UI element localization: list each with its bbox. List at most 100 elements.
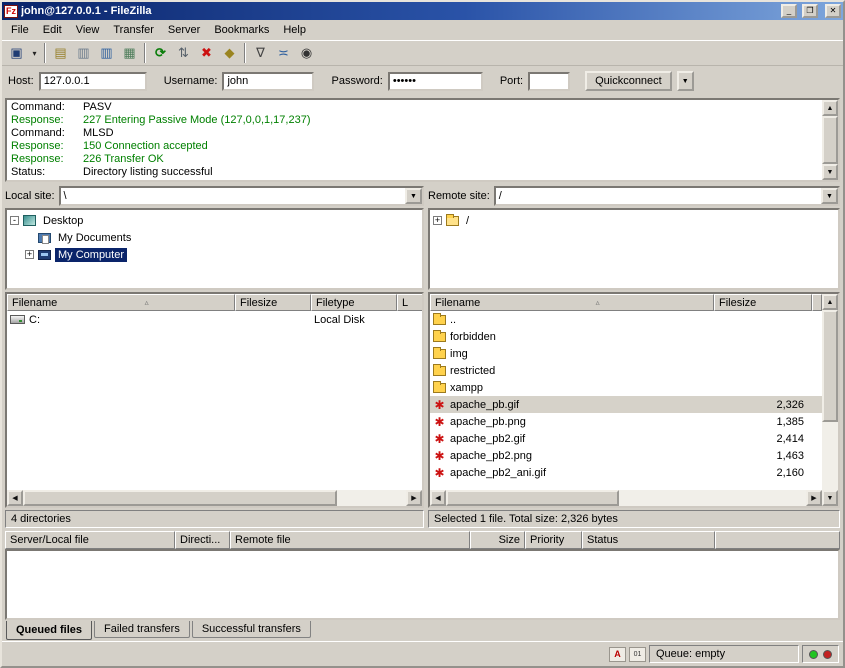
close-icon[interactable]: ✕ [825, 4, 841, 18]
scroll-thumb[interactable] [822, 116, 838, 164]
maximize-icon[interactable]: ❐ [802, 4, 818, 18]
local-column-l[interactable]: L [397, 294, 422, 311]
scroll-left-icon[interactable] [7, 490, 23, 506]
sitemanager-icon[interactable] [5, 42, 28, 64]
menu-item-edit[interactable]: Edit [36, 21, 69, 39]
local-column-filetype[interactable]: Filetype [311, 294, 397, 311]
tab-successful-transfers[interactable]: Successful transfers [192, 621, 311, 638]
quickconnect-button[interactable]: Quickconnect [585, 71, 672, 91]
collapse-icon[interactable]: - [10, 216, 19, 225]
file-row-c[interactable]: C:Local Disk [7, 311, 422, 328]
cancel-icon[interactable] [195, 42, 218, 64]
queue-body[interactable] [5, 549, 840, 620]
tree-item-desktop[interactable]: -Desktop [7, 212, 422, 229]
queue-column-remote-file[interactable]: Remote file [230, 531, 470, 549]
local-horizontal-scrollbar[interactable] [7, 490, 422, 506]
process-icon[interactable] [172, 42, 195, 64]
scroll-thumb[interactable] [23, 490, 337, 506]
refresh-icon[interactable] [149, 42, 172, 64]
log-scrollbar[interactable] [822, 100, 838, 180]
queue-column-size[interactable]: Size [470, 531, 525, 549]
find-icon[interactable] [295, 42, 318, 64]
binary-transfer-icon[interactable]: 01 [629, 647, 646, 662]
sort-ascending-icon: ▵ [139, 298, 149, 307]
tree-item-my-documents[interactable]: My Documents [7, 229, 422, 246]
menu-item-server[interactable]: Server [161, 21, 207, 39]
menu-item-file[interactable]: File [4, 21, 36, 39]
scroll-left-icon[interactable] [430, 490, 446, 506]
disconnect-icon[interactable] [218, 42, 241, 64]
queue-column-server-local-file[interactable]: Server/Local file [5, 531, 175, 549]
username-input[interactable] [222, 72, 314, 91]
local-site-combo[interactable]: \ ▼ [59, 186, 424, 206]
remote-column-filename[interactable]: Filename▵ [430, 294, 714, 311]
file-row-apache-pb2-ani-gif[interactable]: apache_pb2_ani.gif2,160 [430, 464, 822, 481]
menu-item-bookmarks[interactable]: Bookmarks [207, 21, 276, 39]
queueview-icon[interactable] [118, 42, 141, 64]
queue-column-status[interactable]: Status [582, 531, 715, 549]
local-column-filename[interactable]: Filename▵ [7, 294, 235, 311]
localtree-icon[interactable] [72, 42, 95, 64]
local-status-text: 4 directories [5, 510, 424, 528]
sitemanager-dropdown-icon[interactable]: ▾ [28, 42, 41, 64]
remotetree-icon[interactable] [95, 42, 118, 64]
menu-item-view[interactable]: View [69, 21, 107, 39]
scroll-thumb[interactable] [446, 490, 619, 506]
file-row-restricted[interactable]: restricted [430, 362, 822, 379]
file-row-[interactable]: .. [430, 311, 822, 328]
file-row-apache-pb-png[interactable]: apache_pb.png1,385 [430, 413, 822, 430]
scroll-up-icon[interactable] [822, 294, 838, 310]
tab-queued-files[interactable]: Queued files [6, 621, 92, 640]
ascii-transfer-icon[interactable]: A [609, 647, 626, 662]
remote-vertical-scrollbar[interactable] [822, 294, 838, 506]
file-row-img[interactable]: img [430, 345, 822, 362]
file-row-apache-pb-gif[interactable]: apache_pb.gif2,326 [430, 396, 822, 413]
quickconnect-dropdown-icon[interactable]: ▼ [677, 71, 694, 91]
password-input[interactable] [388, 72, 483, 91]
minimize-icon[interactable]: _ [781, 4, 797, 18]
scroll-down-icon[interactable] [822, 164, 838, 180]
toolbar-separator [244, 43, 246, 63]
queue-column-priority[interactable]: Priority [525, 531, 582, 549]
title-bar[interactable]: Fz john@127.0.0.1 - FileZilla _ ❐ ✕ [2, 2, 843, 20]
chevron-down-icon[interactable]: ▼ [821, 188, 838, 204]
host-input[interactable] [39, 72, 147, 91]
log-line: Command:PASV [7, 101, 822, 114]
tab-failed-transfers[interactable]: Failed transfers [94, 621, 190, 638]
tree-item-my-computer[interactable]: +My Computer [7, 246, 422, 263]
filter-icon[interactable] [249, 42, 272, 64]
local-site-row: Local site: \ ▼ [5, 186, 424, 206]
expand-icon[interactable]: + [433, 216, 442, 225]
scroll-track[interactable] [446, 490, 806, 506]
file-row-xampp[interactable]: xampp [430, 379, 822, 396]
port-input[interactable] [528, 72, 570, 91]
menu-item-help[interactable]: Help [276, 21, 313, 39]
main-panes: Local site: \ ▼ -DesktopMy Documents+My … [2, 186, 843, 528]
scroll-right-icon[interactable] [806, 490, 822, 506]
menu-item-transfer[interactable]: Transfer [106, 21, 161, 39]
local-column-filesize[interactable]: Filesize [235, 294, 311, 311]
file-size-cell [235, 311, 311, 328]
expand-icon[interactable]: + [25, 250, 34, 259]
remote-column-filesize[interactable]: Filesize [714, 294, 812, 311]
scroll-down-icon[interactable] [822, 490, 838, 506]
file-row-apache-pb2-gif[interactable]: apache_pb2.gif2,414 [430, 430, 822, 447]
scroll-track[interactable] [822, 116, 838, 164]
file-row-apache-pb2-png[interactable]: apache_pb2.png1,463 [430, 447, 822, 464]
scroll-thumb[interactable] [822, 310, 838, 422]
compare-icon[interactable] [272, 42, 295, 64]
file-row-forbidden[interactable]: forbidden [430, 328, 822, 345]
username-label: Username: [164, 75, 218, 87]
scroll-track[interactable] [23, 490, 406, 506]
connection-leds [802, 645, 839, 663]
remote-horizontal-scrollbar[interactable] [430, 490, 822, 506]
scroll-right-icon[interactable] [406, 490, 422, 506]
remote-site-combo[interactable]: / ▼ [494, 186, 840, 206]
scroll-up-icon[interactable] [822, 100, 838, 116]
tree-item-[interactable]: +/ [430, 212, 838, 229]
scroll-track[interactable] [822, 310, 838, 490]
image-icon [433, 433, 446, 445]
logview-icon[interactable] [49, 42, 72, 64]
queue-column-directi[interactable]: Directi... [175, 531, 230, 549]
chevron-down-icon[interactable]: ▼ [405, 188, 422, 204]
